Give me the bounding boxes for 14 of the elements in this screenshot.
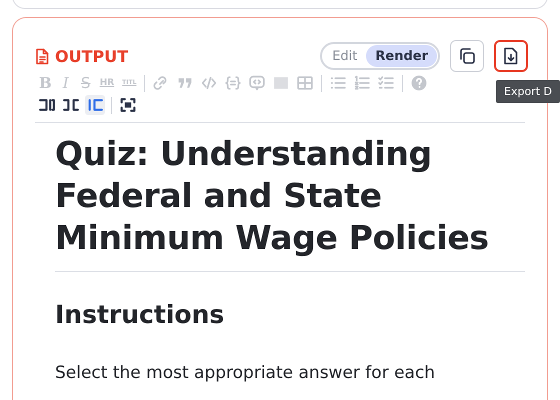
- right-panel-icon[interactable]: [85, 95, 105, 115]
- copy-button[interactable]: [450, 40, 484, 72]
- copy-icon: [458, 47, 476, 65]
- document-icon: [35, 48, 49, 64]
- download-file-icon: [503, 47, 519, 65]
- fullscreen-icon[interactable]: [118, 95, 138, 115]
- tooltip: Export D: [496, 80, 560, 103]
- panel-title: OUTPUT: [55, 46, 128, 66]
- heading: Instructions: [55, 300, 226, 329]
- heading: Quiz: Understanding Federal and State Minimum Wage Policies: [55, 133, 490, 259]
- paragraph: Select the most appropriate answer for each: [55, 363, 436, 383]
- view-tab[interactable]: Edit: [323, 45, 366, 67]
- export-button[interactable]: [494, 40, 528, 72]
- view-tab[interactable]: Render: [366, 45, 437, 67]
